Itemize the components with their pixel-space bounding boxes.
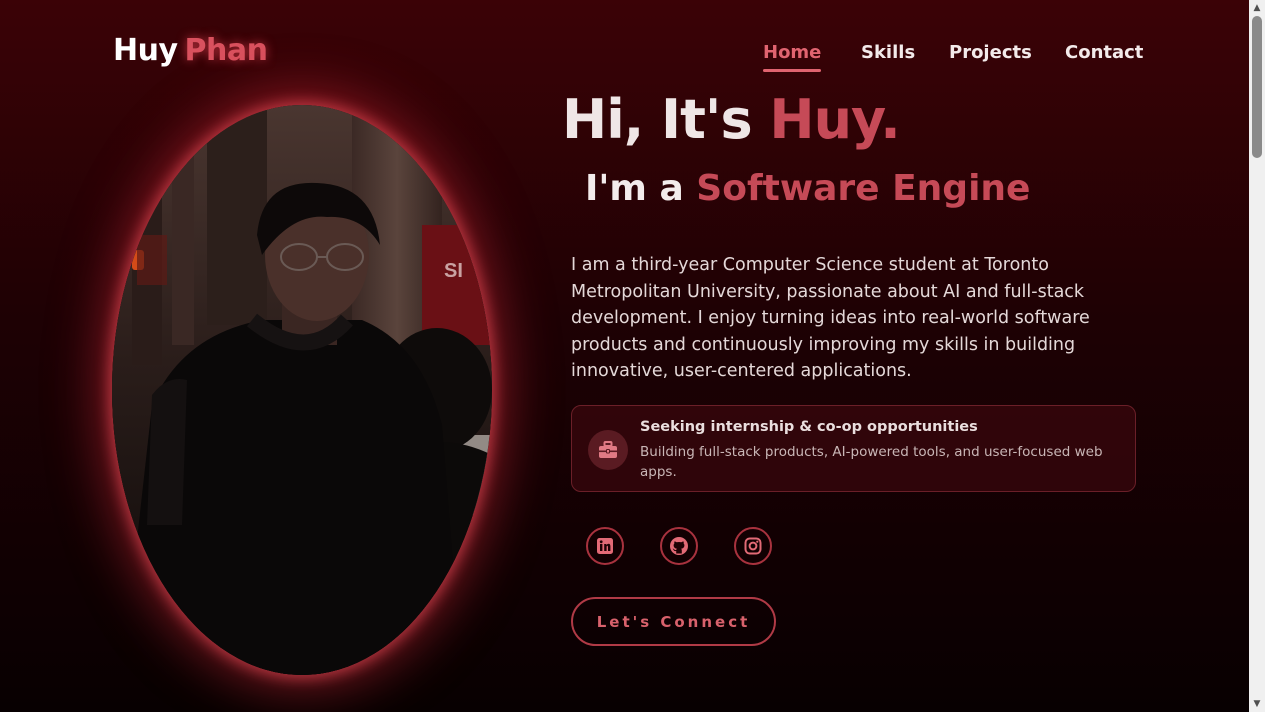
scroll-down-arrow-icon[interactable]: ▼ [1249,697,1265,711]
nav-item-contact[interactable]: Contact [1065,42,1143,63]
briefcase-icon [588,430,628,470]
hero-description: I am a third-year Computer Science stude… [571,255,1090,382]
svg-text:SI: SI [444,260,463,282]
nav-item-home[interactable]: Home [763,42,822,72]
nav-item-label: Contact [1065,42,1144,63]
internship-card-text: Building full-stack products, AI-powered… [640,444,1103,480]
logo-last-name: Phan [184,33,268,68]
hero-greeting: Hi, It's Huy. [562,88,901,151]
site-logo[interactable]: Huy Phan [113,33,268,68]
page: Huy Phan Home Skills Projects Contact SI… [0,0,1249,712]
instagram-icon [744,537,762,555]
hero-role-prefix: I'm a [585,168,697,209]
scroll-up-arrow-icon[interactable]: ▲ [1249,1,1265,15]
lets-connect-button[interactable]: Let's Connect [571,597,776,646]
linkedin-icon [597,538,613,554]
hero-greeting-prefix: Hi, It's [562,88,770,151]
nav-item-label: Projects [949,42,1032,63]
nav-item-skills[interactable]: Skills [861,42,915,63]
internship-card-title: Seeking internship & co-op opportunities [640,419,978,435]
nav-item-label: Home [763,42,822,63]
logo-first-name: Huy [113,33,178,68]
profile-photo-illustration: SI [112,105,492,675]
profile-photo: SI [112,105,492,675]
hero-greeting-name: Huy. [769,88,900,151]
linkedin-link[interactable] [586,527,624,565]
hero-role: I'm a Software Engine [585,168,1030,209]
github-icon [670,537,688,555]
nav-active-underline [763,69,822,72]
nav-item-label: Skills [861,42,916,63]
scrollbar-thumb[interactable] [1252,16,1262,158]
internship-card: Seeking internship & co-op opportunities… [571,405,1136,492]
nav-item-projects[interactable]: Projects [949,42,1032,63]
page-scrollbar[interactable]: ▲ ▼ [1249,0,1265,712]
github-link[interactable] [660,527,698,565]
hero-role-typed: Software Engine [696,168,1031,209]
instagram-link[interactable] [734,527,772,565]
